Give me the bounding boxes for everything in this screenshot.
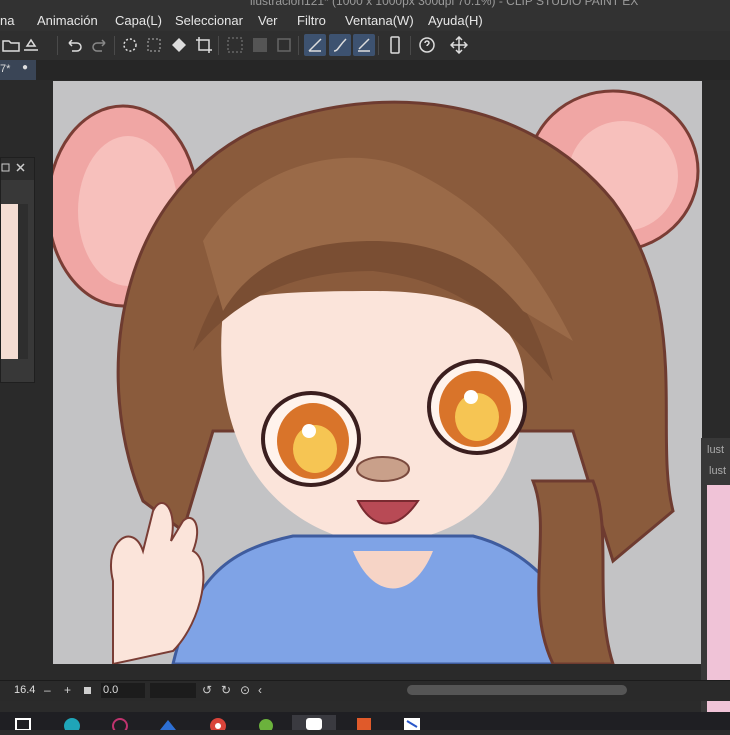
pattern3-icon[interactable]: [273, 34, 295, 56]
chrome-icon[interactable]: [204, 715, 232, 734]
window-title: ilustración121* (1000 x 1000px 300dpi 70…: [250, 0, 639, 8]
app-icon-4[interactable]: [350, 715, 378, 730]
pattern1-icon[interactable]: [224, 34, 246, 56]
app-icon-1[interactable]: [106, 715, 134, 734]
navigator-panel: [0, 157, 35, 383]
menu-bar: ilustración121* (1000 x 1000px 300dpi 70…: [0, 0, 730, 31]
help-icon[interactable]: [416, 34, 438, 56]
rotation-value[interactable]: 0.0: [101, 683, 145, 698]
undo-icon[interactable]: [63, 34, 85, 56]
command-bar: [0, 31, 730, 61]
app-icon-2[interactable]: [154, 715, 182, 730]
flip-icon[interactable]: ‹: [258, 683, 262, 697]
navigator-scrollbar[interactable]: [18, 204, 28, 359]
panel-title-bar: [1, 158, 34, 180]
menu-item-ventana-partial[interactable]: na: [0, 13, 14, 28]
modified-indicator: ●: [22, 62, 29, 73]
device-icon[interactable]: [384, 34, 406, 56]
redo-icon[interactable]: [89, 34, 111, 56]
clip-studio-taskbar-icon[interactable]: [292, 715, 336, 730]
panel-label-1: lust: [707, 444, 725, 456]
toolbar-separator: [114, 36, 115, 55]
toolbar-separator: [298, 36, 299, 55]
menu-item-filtro[interactable]: Filtro: [297, 13, 326, 28]
menu-item-animacion[interactable]: Animación: [37, 13, 98, 28]
toolbar-separator: [218, 36, 219, 55]
selection-spin-icon[interactable]: [119, 34, 141, 56]
menu-item-seleccionar[interactable]: Seleccionar: [175, 13, 243, 28]
rotate-left-icon[interactable]: ↺: [202, 683, 212, 697]
menu-item-ver[interactable]: Ver: [258, 13, 278, 28]
fill-icon[interactable]: [168, 34, 190, 56]
navigator-thumbnail[interactable]: [1, 204, 18, 359]
document-tab-bar: 7* ●: [0, 60, 730, 80]
clear-selection-icon[interactable]: [143, 34, 165, 56]
menu-item-ayuda[interactable]: Ayuda(H): [428, 13, 483, 28]
zoom-value[interactable]: 16.4: [14, 684, 35, 696]
fit-icon[interactable]: [84, 687, 91, 694]
crop-icon[interactable]: [193, 34, 215, 56]
app-icon-5[interactable]: [398, 715, 426, 730]
snap-pen-icon[interactable]: [353, 34, 375, 56]
snap-brush-icon[interactable]: [329, 34, 351, 56]
app-icon-3[interactable]: [252, 715, 280, 733]
folder-open-icon[interactable]: [0, 34, 22, 56]
os-taskbar: [0, 712, 730, 734]
horizontal-scrollbar[interactable]: [407, 685, 627, 695]
toolbar-separator: [57, 36, 58, 55]
sub-view-panel: lust lust: [701, 438, 730, 714]
edge-icon[interactable]: [58, 715, 86, 734]
toolbar-separator: [378, 36, 379, 55]
zoom-out-button[interactable]: –: [44, 683, 51, 697]
rotate-right-icon[interactable]: ↻: [221, 683, 231, 697]
save-icon[interactable]: [20, 34, 42, 56]
snap-ruler-icon[interactable]: [304, 34, 326, 56]
document-tab-label: 7*: [0, 63, 11, 75]
menu-item-capa[interactable]: Capa(L): [115, 13, 162, 28]
panel-label-2: lust: [709, 465, 727, 477]
reset-rotation-icon[interactable]: ⊙: [240, 683, 250, 697]
pattern2-icon[interactable]: [249, 34, 271, 56]
drawing-canvas[interactable]: [53, 81, 702, 664]
toolbar-separator: [410, 36, 411, 55]
rotation-slider[interactable]: [150, 683, 196, 698]
task-view-icon[interactable]: [10, 715, 38, 731]
menu-item-ventana[interactable]: Ventana(W): [345, 13, 414, 28]
status-bar: 16.4 – + 0.0 ↺ ↻ ⊙ ‹: [0, 680, 730, 701]
document-tab[interactable]: 7* ●: [0, 60, 36, 80]
zoom-in-button[interactable]: +: [64, 683, 71, 697]
move-icon[interactable]: [448, 34, 470, 56]
illustration-artwork: [53, 89, 700, 664]
